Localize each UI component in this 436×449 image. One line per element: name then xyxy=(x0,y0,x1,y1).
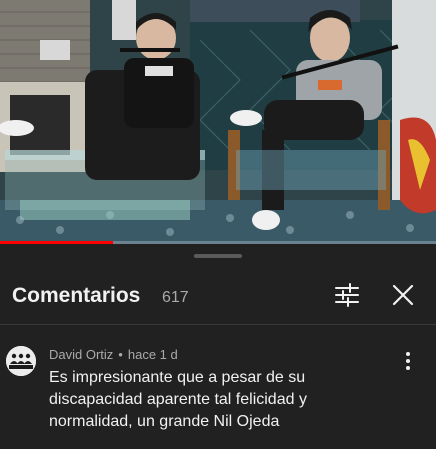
comments-title: Comentarios xyxy=(12,284,141,307)
comments-header: Comentarios 617 xyxy=(0,274,436,320)
comments-panel: Comentarios 617 David Ortiz • hace 1 d E… xyxy=(0,244,436,449)
sort-filter-button[interactable] xyxy=(334,282,360,308)
comment-item: David Ortiz • hace 1 d Es impresionante qu… xyxy=(0,342,436,449)
video-player[interactable] xyxy=(0,0,436,244)
commenter-avatar[interactable] xyxy=(6,346,36,376)
comment-time: hace 1 d xyxy=(127,347,178,362)
comment-author[interactable]: David Ortiz xyxy=(49,347,113,362)
close-icon xyxy=(392,284,414,306)
drag-handle[interactable] xyxy=(194,254,242,258)
more-vert-icon xyxy=(406,352,410,370)
comment-text: Es impresionante que a pesar de su disca… xyxy=(49,369,307,430)
header-divider xyxy=(0,324,436,325)
video-frame-image xyxy=(0,0,436,244)
avatar-image xyxy=(6,346,36,376)
comments-count: 617 xyxy=(162,289,189,306)
close-comments-button[interactable] xyxy=(390,282,416,308)
sliders-icon xyxy=(335,283,359,307)
comment-meta: David Ortiz • hace 1 d xyxy=(49,347,178,362)
meta-separator: • xyxy=(118,347,123,362)
comment-menu-button[interactable] xyxy=(398,350,418,372)
